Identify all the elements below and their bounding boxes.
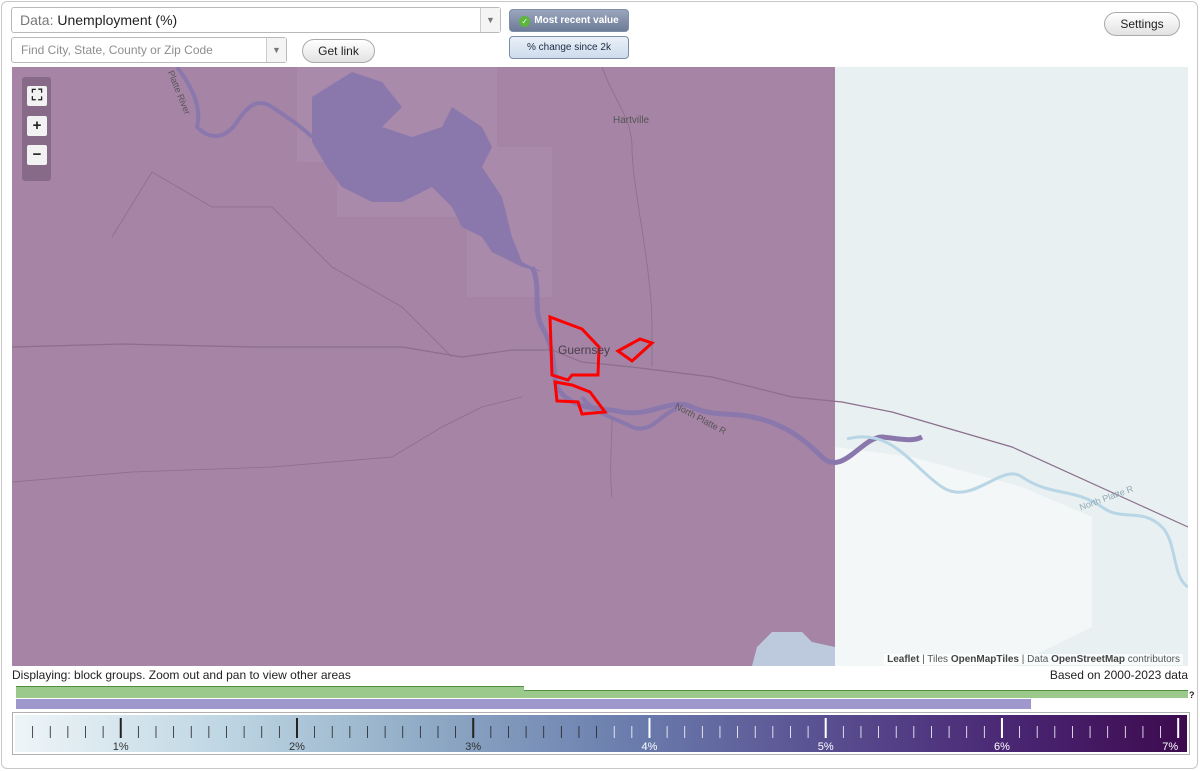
search-box[interactable]: ▼ — [11, 37, 287, 63]
legend-gradient: 1% 2% 3% 4% 5% 6% 7% — [15, 715, 1187, 753]
legend-scale: 1% 2% 3% 4% 5% 6% 7% — [32, 718, 1180, 753]
legend-tick-label: 6% — [994, 741, 1010, 752]
displaying-text: Displaying: block groups. Zoom out and p… — [12, 668, 351, 682]
purple-bar — [16, 699, 1031, 709]
legend-tick-label: 1% — [113, 741, 129, 752]
map-label-guernsey: Guernsey — [558, 343, 611, 357]
search-input[interactable] — [12, 38, 262, 62]
attrib-osm-link[interactable]: OpenStreetMap — [1051, 654, 1125, 665]
get-link-button[interactable]: Get link — [302, 39, 375, 63]
attrib-sep: | Data — [1019, 654, 1052, 665]
attrib-leaflet-link[interactable]: Leaflet — [887, 654, 919, 665]
legend-tick-label: 5% — [818, 741, 834, 752]
data-select-prefix: Data: — [20, 12, 54, 28]
map-label-hartville: Hartville — [613, 115, 650, 126]
based-on-text: Based on 2000-2023 data — [1049, 668, 1188, 682]
legend-tick-label: 2% — [289, 741, 305, 752]
most-recent-label: Most recent value — [534, 15, 619, 26]
help-icon[interactable]: ? — [1189, 690, 1195, 700]
data-select-value: Unemployment (%) — [57, 12, 178, 28]
check-icon: ✓ — [519, 16, 531, 27]
settings-button[interactable]: Settings — [1104, 12, 1180, 36]
chevron-down-icon[interactable]: ▼ — [480, 8, 500, 32]
attrib-tiles-link[interactable]: OpenMapTiles — [951, 654, 1019, 665]
map-attribution: Leaflet | Tiles OpenMapTiles | Data Open… — [884, 654, 1183, 665]
comparison-bars: ? — [16, 684, 1195, 710]
legend-tick-label: 3% — [465, 741, 481, 752]
zoom-control: ⛶ + − — [22, 77, 51, 181]
plus-icon[interactable]: + — [27, 116, 47, 136]
green-bar — [524, 690, 1188, 698]
data-select[interactable]: Data: Unemployment (%) ▼ — [11, 7, 501, 33]
map-canvas[interactable] — [12, 67, 1188, 666]
most-recent-value-button[interactable]: ✓ Most recent value — [509, 9, 629, 32]
legend-tick-label: 4% — [642, 741, 658, 752]
minus-icon[interactable]: − — [27, 145, 47, 165]
legend-tick-label: 7% — [1162, 741, 1178, 752]
percent-change-button[interactable]: % change since 2k — [509, 36, 629, 59]
green-bar — [16, 686, 524, 698]
chevron-down-icon[interactable]: ▼ — [266, 38, 286, 62]
color-legend: 1% 2% 3% 4% 5% 6% 7% — [12, 712, 1190, 755]
map[interactable]: Hartville Guernsey North Platte R North … — [12, 67, 1188, 666]
fullscreen-icon[interactable]: ⛶ — [27, 86, 47, 106]
attrib-sep: | Tiles — [919, 654, 951, 665]
attrib-contrib: contributors — [1124, 654, 1180, 665]
